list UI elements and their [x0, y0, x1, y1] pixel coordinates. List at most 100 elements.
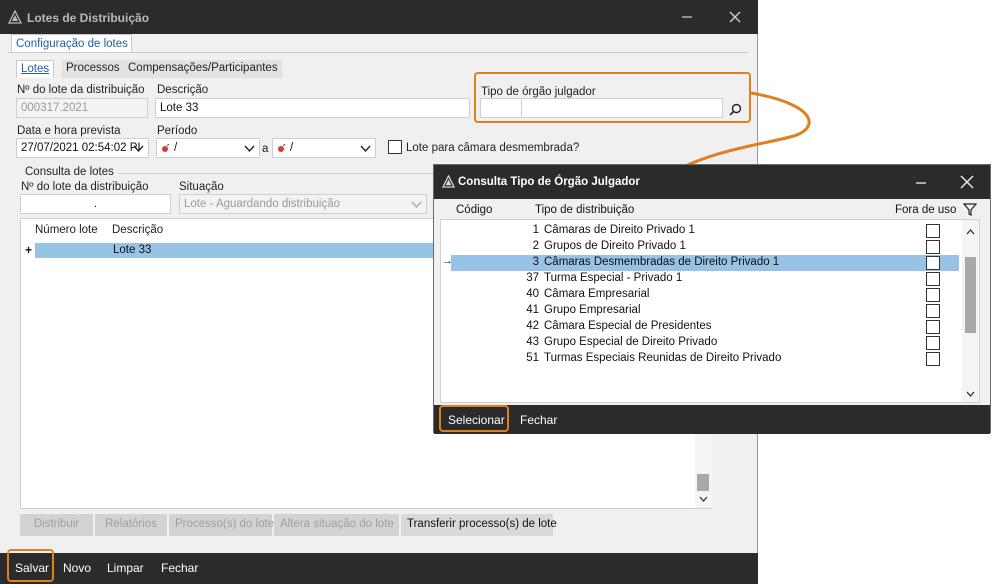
datetime-field[interactable]: 27/07/2021 02:54:02 PI — [16, 138, 149, 158]
row-code: 41 — [526, 304, 539, 316]
minimize-icon[interactable] — [672, 4, 702, 30]
col-header-type[interactable]: Tipo de distribuição — [535, 204, 634, 216]
row-name: Turmas Especiais Reunidas de Direito Pri… — [544, 352, 782, 364]
period-to-field[interactable]: / — [272, 138, 376, 158]
list-item-selected[interactable]: 3 Câmaras Desmembradas de Direito Privad… — [451, 255, 959, 271]
datetime-value: 27/07/2021 02:54:02 PI — [21, 142, 141, 154]
table-row[interactable]: Lote 33 — [35, 243, 435, 258]
save-highlight — [7, 549, 54, 582]
row-code: 42 — [526, 320, 539, 332]
lot-processes-button[interactable]: Processo(s) do lote — [169, 514, 274, 536]
dialog-close-button[interactable]: Fechar — [520, 413, 557, 427]
list-item[interactable]: 37 Turma Especial - Privado 1 — [451, 271, 959, 287]
split-chamber-checkbox[interactable] — [388, 140, 402, 154]
row-name: Grupo Empresarial — [544, 304, 641, 316]
out-of-use-checkbox[interactable] — [926, 224, 940, 238]
query-lot-number-label: Nº do lote da distribuição — [21, 181, 149, 193]
app-logo-icon — [441, 174, 456, 191]
row-code: 3 — [532, 256, 539, 268]
out-of-use-checkbox[interactable] — [926, 288, 940, 302]
chevron-down-icon[interactable] — [133, 144, 144, 156]
calendar-dot-icon — [161, 143, 171, 157]
list-item[interactable]: 42 Câmara Especial de Presidentes — [451, 319, 959, 335]
split-chamber-label: Lote para câmara desmembrada? — [406, 142, 580, 154]
out-of-use-checkbox[interactable] — [926, 272, 940, 286]
query-lot-number-field[interactable]: . — [20, 194, 171, 214]
row-code: 51 — [526, 352, 539, 364]
dialog-grid: 1 Câmaras de Direito Privado 1 2 Grupos … — [440, 219, 980, 403]
col-header-code[interactable]: Código — [456, 204, 492, 216]
chevron-up-icon[interactable] — [966, 226, 975, 238]
period-from-value: / — [174, 142, 178, 154]
col-header-number[interactable]: Número lote — [35, 224, 98, 236]
row-name: Câmaras Desmembradas de Direito Privado … — [544, 256, 780, 268]
dialog-titlebar: Consulta Tipo de Órgão Julgador — [434, 165, 990, 199]
out-of-use-checkbox[interactable] — [926, 352, 940, 366]
row-name: Grupos de Direito Privado 1 — [544, 240, 686, 252]
query-group-label: Consulta de lotes — [25, 166, 114, 178]
row-name: Turma Especial - Privado 1 — [544, 272, 683, 284]
datetime-label: Data e hora prevista — [17, 125, 121, 137]
out-of-use-checkbox[interactable] — [926, 336, 940, 350]
list-item[interactable]: 40 Câmara Empresarial — [451, 287, 959, 303]
change-status-button[interactable]: Altera situação do lote — [274, 514, 400, 536]
subtab-processos[interactable]: Processos — [62, 60, 124, 78]
chevron-down-icon[interactable] — [360, 144, 371, 156]
chevron-down-icon[interactable] — [699, 494, 708, 506]
chevron-down-icon[interactable] — [966, 389, 975, 401]
dialog-scrollbar[interactable] — [962, 220, 979, 402]
reports-button[interactable]: Relatórios — [95, 514, 168, 536]
clear-button[interactable]: Limpar — [107, 561, 144, 575]
bottom-toolbar: Salvar Novo Limpar Fechar — [0, 553, 758, 584]
close-icon[interactable] — [720, 4, 750, 30]
distribute-button[interactable]: Distribuir — [20, 514, 94, 536]
transfer-processes-button[interactable]: Transferir processo(s) de lote — [401, 514, 557, 536]
list-item[interactable]: 1 Câmaras de Direito Privado 1 — [451, 223, 959, 239]
dialog-title: Consulta Tipo de Órgão Julgador — [458, 176, 640, 188]
lot-number-label: Nº do lote da distribuição — [17, 84, 145, 96]
row-name: Câmara Empresarial — [544, 288, 650, 300]
filter-icon[interactable] — [962, 202, 978, 219]
subtab-compensacoes[interactable]: Compensações/Participantes — [124, 60, 282, 78]
query-group-border — [118, 173, 433, 174]
out-of-use-checkbox[interactable] — [926, 256, 940, 270]
app-logo-icon — [7, 9, 23, 27]
col-header-out-of-use[interactable]: Fora de uso — [895, 204, 956, 216]
period-from-field[interactable]: / — [156, 138, 260, 158]
minimize-icon[interactable] — [914, 176, 928, 193]
chevron-down-icon — [411, 200, 422, 212]
row-description: Lote 33 — [113, 244, 152, 256]
list-item[interactable]: 43 Grupo Especial de Direito Privado — [451, 335, 959, 351]
out-of-use-checkbox[interactable] — [926, 320, 940, 334]
row-code: 40 — [526, 288, 539, 300]
dialog-footer: Selecionar Fechar — [434, 405, 990, 434]
row-code: 43 — [526, 336, 539, 348]
scrollbar-thumb[interactable] — [697, 474, 709, 491]
org-type-dialog: Consulta Tipo de Órgão Julgador Código T… — [433, 164, 991, 434]
scrollbar-thumb[interactable] — [965, 257, 976, 333]
chevron-down-icon[interactable] — [244, 144, 255, 156]
new-button[interactable]: Novo — [63, 561, 91, 575]
row-name: Grupo Especial de Direito Privado — [544, 336, 718, 348]
list-item[interactable]: 41 Grupo Empresarial — [451, 303, 959, 319]
lot-number-field: 000317.2021 — [16, 98, 148, 118]
row-pointer-icon: → — [442, 255, 453, 267]
query-status-label: Situação — [179, 181, 224, 193]
list-item[interactable]: 51 Turmas Especiais Reunidas de Direito … — [451, 351, 959, 367]
description-field[interactable]: Lote 33 — [155, 98, 470, 118]
row-code: 37 — [526, 272, 539, 284]
col-header-description[interactable]: Descrição — [112, 224, 163, 236]
list-item[interactable]: 2 Grupos de Direito Privado 1 — [451, 239, 959, 255]
out-of-use-checkbox[interactable] — [926, 240, 940, 254]
out-of-use-checkbox[interactable] — [926, 304, 940, 318]
close-icon[interactable] — [960, 175, 974, 192]
tab-configuracao-lotes[interactable]: Configuração de lotes — [11, 34, 132, 53]
query-status-field: Lote - Aguardando distribuição — [179, 194, 427, 214]
tab-divider — [8, 52, 748, 53]
row-name: Câmaras de Direito Privado 1 — [544, 224, 695, 236]
description-label: Descrição — [157, 84, 209, 96]
subtab-lotes[interactable]: Lotes — [16, 60, 55, 78]
close-button[interactable]: Fechar — [161, 561, 198, 575]
main-titlebar: Lotes de Distribuição — [0, 0, 758, 34]
expand-icon[interactable]: + — [25, 243, 32, 257]
